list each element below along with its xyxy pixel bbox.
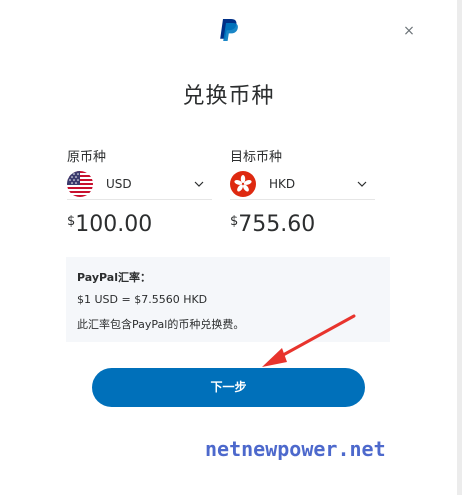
source-currency-select[interactable]: USD xyxy=(67,169,212,200)
target-amount-value: 755.60 xyxy=(238,212,316,237)
target-currency-section: 目标币种 HKD $755.60 xyxy=(230,146,375,237)
exchange-rate-heading: PayPal汇率： xyxy=(77,271,151,284)
exchange-rate-box: PayPal汇率： $1 USD = $7.5560 HKD 此汇率包含PayP… xyxy=(66,257,390,342)
source-currency-section: 原币种 USD $100.00 xyxy=(67,146,212,237)
next-button[interactable]: 下一步 xyxy=(92,368,365,407)
watermark-text: netnewpower.net xyxy=(205,437,386,461)
source-currency-label: 原币种 xyxy=(67,150,107,165)
window-edge xyxy=(457,0,462,495)
chevron-down-icon xyxy=(194,181,204,187)
source-amount-value: 100.00 xyxy=(75,212,153,237)
exchange-rate-note: 此汇率包含PayPal的币种兑换费。 xyxy=(77,318,245,331)
annotation-arrow xyxy=(262,314,356,367)
exchange-rate-value: $1 USD = $7.5560 HKD xyxy=(77,293,208,306)
target-amount: $755.60 xyxy=(230,212,375,237)
chevron-down-icon xyxy=(357,181,367,187)
source-currency-symbol: $ xyxy=(67,214,76,229)
paypal-logo-icon xyxy=(220,19,238,41)
target-currency-label: 目标币种 xyxy=(230,150,283,165)
page-title: 兑换币种 xyxy=(182,84,275,109)
target-currency-code: HKD xyxy=(269,177,296,191)
target-currency-symbol: $ xyxy=(230,214,239,229)
us-flag-icon xyxy=(67,171,93,197)
close-icon[interactable]: × xyxy=(402,24,416,38)
hk-flag-icon xyxy=(230,171,256,197)
target-currency-select[interactable]: HKD xyxy=(230,169,375,200)
source-currency-code: USD xyxy=(106,177,132,191)
source-amount: $100.00 xyxy=(67,212,212,237)
